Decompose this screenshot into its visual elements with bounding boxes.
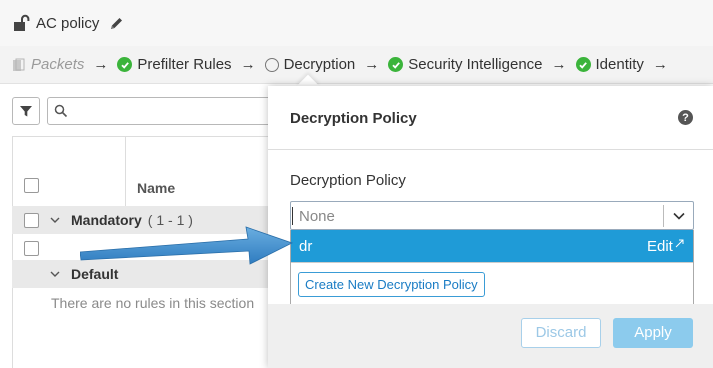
column-divider [125,137,126,207]
flow-item-decryption[interactable]: Decryption [264,56,356,73]
chevron-down-icon[interactable] [49,268,61,280]
flow-arrow: → [93,56,109,73]
external-edit-icon [675,239,684,248]
packets-icon [13,58,25,71]
row-checkbox[interactable] [24,240,39,256]
table-header: Name [12,136,290,207]
flow-label-identity: Identity [595,56,644,73]
apply-button[interactable]: Apply [613,318,693,348]
flow-item-prefilter-rules[interactable]: Prefilter Rules [117,56,232,73]
flow-item-security-intelligence[interactable]: Security Intelligence [388,56,543,73]
dropdown-option-dr[interactable]: dr Edit [291,230,693,262]
select-divider [663,205,664,227]
dialog-header: Decryption Policy ? [268,86,713,150]
dialog-title: Decryption Policy [290,110,417,127]
help-icon[interactable]: ? [678,110,693,125]
policy-title: AC policy [12,14,124,32]
option-label: dr [299,238,313,255]
check-icon [117,57,133,72]
flow-arrow: → [551,56,567,73]
check-icon [388,57,404,72]
decryption-policy-dialog: Decryption Policy ? Decryption Policy No… [268,86,713,368]
dropdown-separator [291,262,693,263]
chevron-down-icon[interactable] [672,210,686,222]
dialog-footer: Discard Apply [268,304,713,368]
edit-label: Edit [647,238,673,255]
policy-name-label: AC policy [36,14,100,32]
group-checkbox[interactable] [24,212,39,228]
check-icon [575,57,591,72]
filter-icon [20,106,32,117]
flow-arrow: → [652,56,668,73]
select-all-checkbox[interactable] [24,178,39,193]
policy-flow-bar: Packets → Prefilter Rules → Decryption →… [0,46,713,84]
chevron-down-icon[interactable] [49,214,61,226]
filter-button[interactable] [12,97,40,125]
flow-label-packets: Packets [31,56,85,73]
search-icon [54,104,68,118]
edit-link[interactable]: Edit [647,238,684,255]
callout-arrow-icon [80,226,294,265]
discard-button[interactable]: Discard [521,318,601,348]
decryption-policy-select[interactable]: None [290,201,694,230]
circle-icon [264,57,279,72]
policy-dropdown-list: dr Edit Create New Decryption Policy [290,230,694,313]
field-label: Decryption Policy [290,172,406,189]
flow-label-decryption: Decryption [283,56,356,73]
pencil-icon[interactable] [109,16,124,31]
create-new-policy-button[interactable]: Create New Decryption Policy [298,272,485,297]
empty-section-message: There are no rules in this section [51,295,255,311]
top-bar: AC policy [0,0,713,46]
lock-open-icon [14,14,30,31]
group-label: Default [71,266,119,282]
flow-item-packets: Packets [12,56,84,73]
flow-arrow: → [240,56,256,73]
select-value: None [299,208,335,225]
dialog-body: Decryption Policy None dr Edit Create Ne… [268,150,713,313]
flow-label-security-intelligence: Security Intelligence [408,56,543,73]
flow-label-prefilter-rules: Prefilter Rules [137,56,232,73]
flow-arrow: → [364,56,380,73]
flow-item-identity[interactable]: Identity [575,56,644,73]
search-input[interactable] [47,97,287,125]
column-header-name[interactable]: Name [137,180,175,196]
